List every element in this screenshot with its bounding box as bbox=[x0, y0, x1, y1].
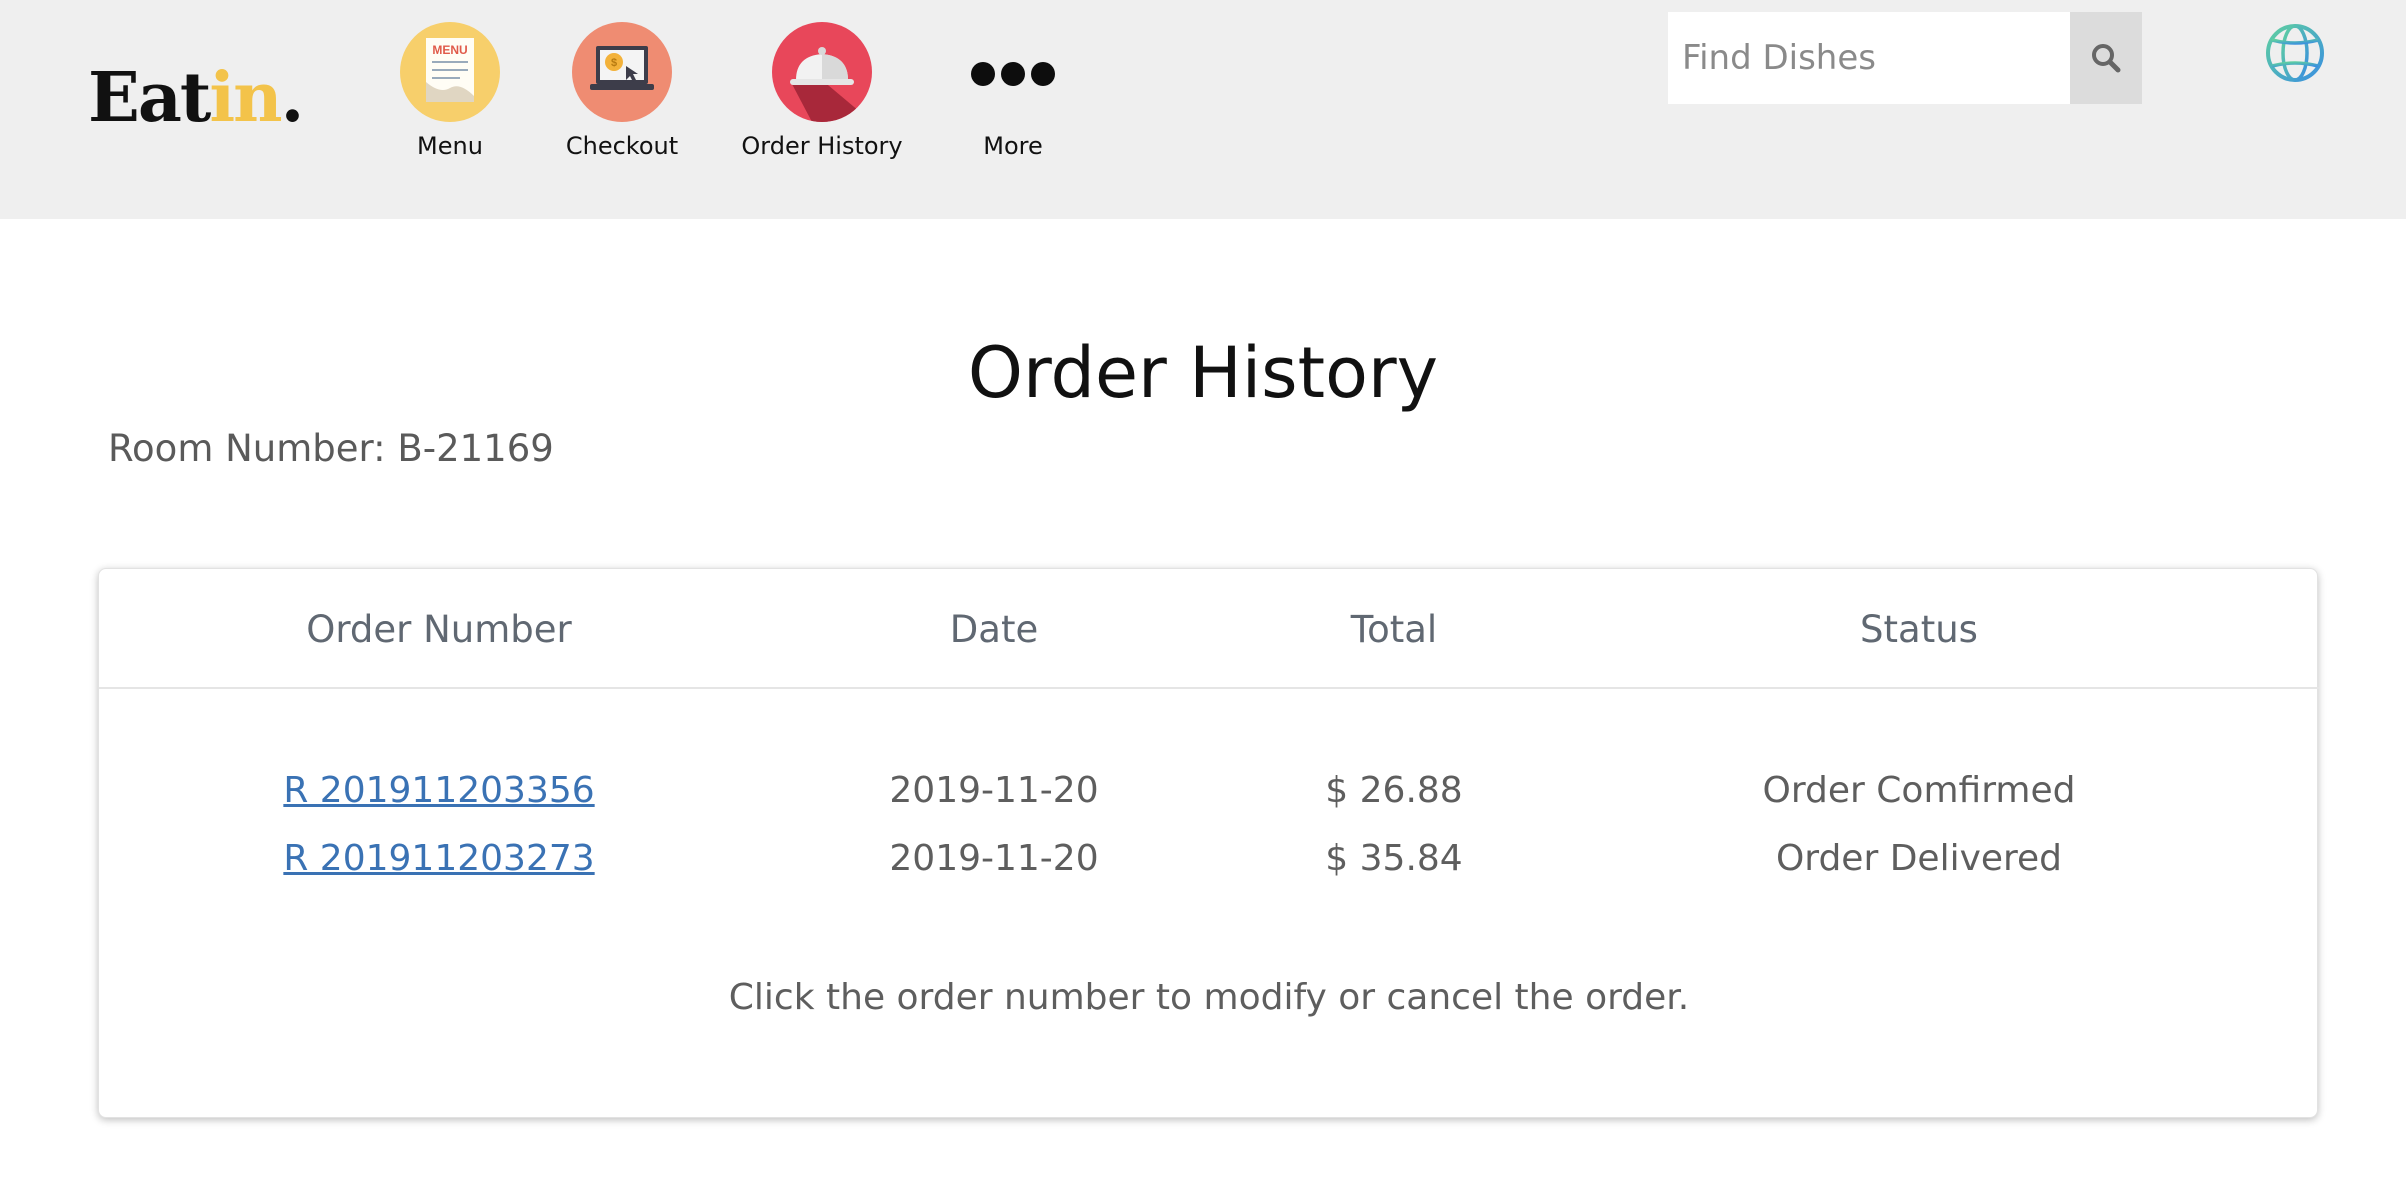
svg-text:$: $ bbox=[611, 57, 617, 69]
eatin-logo[interactable]: Eatin. bbox=[88, 58, 304, 138]
order-history-table: Order Number Date Total Status R 2019112… bbox=[98, 568, 2319, 1118]
globe-language-icon[interactable] bbox=[2264, 22, 2326, 84]
column-header-status: Status bbox=[1860, 608, 1978, 651]
column-header-total: Total bbox=[1350, 608, 1438, 651]
order-total: $ 26.88 bbox=[1325, 770, 1463, 811]
column-header-date: Date bbox=[949, 608, 1039, 651]
search-input[interactable] bbox=[1668, 12, 2070, 104]
menu-card-icon: MENU bbox=[400, 22, 500, 122]
order-number-link[interactable]: R 201911203356 bbox=[199, 767, 679, 815]
order-status: Order Delivered bbox=[1775, 838, 2063, 879]
room-number: Room Number: B-21169 bbox=[108, 424, 554, 474]
more-dots-icon bbox=[963, 22, 1063, 122]
search-button[interactable] bbox=[2070, 12, 2142, 104]
column-header-order-number: Order Number bbox=[306, 608, 572, 651]
search-icon bbox=[2092, 44, 2121, 73]
table-header: Order Number Date Total Status bbox=[99, 569, 2319, 689]
page-title: Order History bbox=[967, 332, 1439, 414]
order-status: Order Comfirmed bbox=[1762, 770, 2076, 811]
nav-menu-label: Menu bbox=[417, 132, 483, 160]
laptop-payment-icon: $ bbox=[572, 22, 672, 122]
nav-checkout[interactable]: $ Checkout bbox=[527, 22, 717, 172]
nav-menu[interactable]: MENU Menu bbox=[355, 22, 545, 172]
top-header: Eatin. MENU Menu $ Checkout Order Histor… bbox=[0, 0, 2406, 219]
nav-order-history-label: Order History bbox=[741, 132, 903, 160]
nav-order-history[interactable]: Order History bbox=[727, 22, 917, 172]
room-number-label: Room Number: bbox=[108, 427, 386, 470]
nav-checkout-label: Checkout bbox=[565, 132, 679, 160]
order-total: $ 35.84 bbox=[1325, 838, 1463, 879]
svg-text:MENU: MENU bbox=[432, 43, 467, 57]
order-number-link[interactable]: R 201911203273 bbox=[199, 835, 679, 883]
table-note: Click the order number to modify or canc… bbox=[728, 977, 1690, 1018]
nav-more-label: More bbox=[983, 132, 1043, 160]
room-number-value: B-21169 bbox=[397, 427, 554, 470]
order-date: 2019-11-20 bbox=[889, 838, 1099, 879]
food-cloche-icon bbox=[772, 22, 872, 122]
order-date: 2019-11-20 bbox=[889, 770, 1099, 811]
nav-more[interactable]: More bbox=[918, 22, 1108, 172]
